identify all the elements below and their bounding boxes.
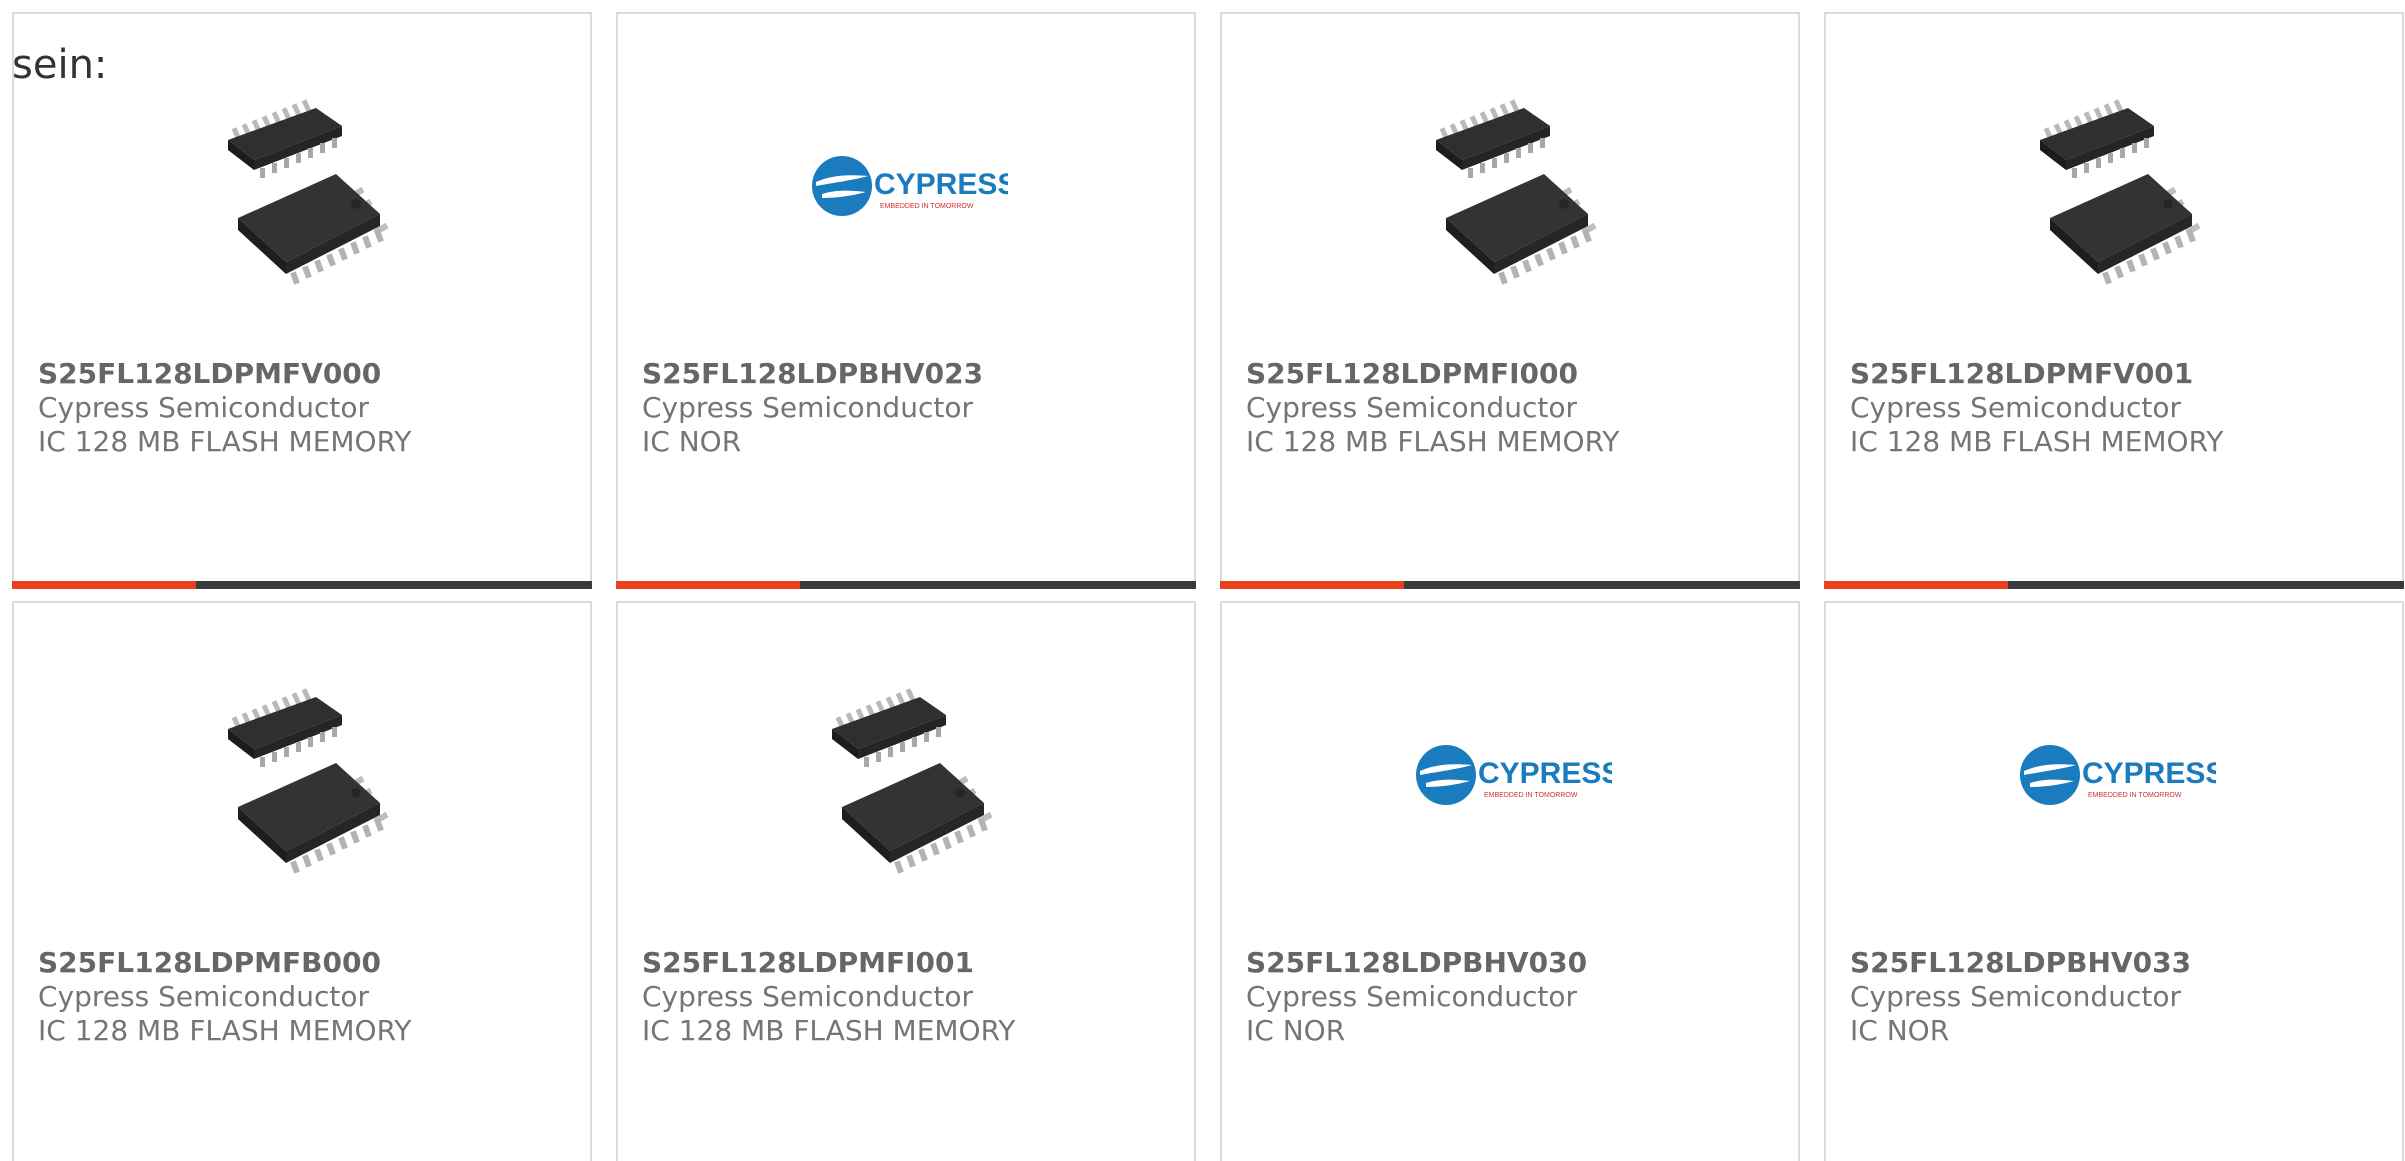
product-card[interactable]: S25FL128LDPMFI000 Cypress Semiconductor IC… bbox=[1220, 12, 1800, 589]
product-info: S25FL128LDPMFV001 Cypress Semiconductor IC… bbox=[1850, 357, 2378, 459]
product-grid: S25FL128LDPMFV000 Cypress Semiconductor IC… bbox=[12, 12, 2404, 1161]
product-thumbnail[interactable] bbox=[204, 675, 404, 875]
product-card[interactable]: CYPRESS EMBEDDED IN TOMORROW S25FL128LDP… bbox=[1220, 601, 1800, 1161]
product-card[interactable]: S25FL128LDPMFV000 Cypress Semiconductor IC… bbox=[12, 12, 592, 589]
product-thumbnail[interactable]: CYPRESS EMBEDDED IN TOMORROW bbox=[1412, 675, 1612, 875]
part-number[interactable]: S25FL128LDPMFV000 bbox=[38, 357, 566, 391]
part-number[interactable]: S25FL128LDPBHV030 bbox=[1246, 946, 1774, 980]
part-number[interactable]: S25FL128LDPMFI001 bbox=[642, 946, 1170, 980]
description: IC 128 MB FLASH MEMORY bbox=[38, 1014, 412, 1047]
card-footer-accent bbox=[12, 581, 196, 589]
card-footer-bar bbox=[1220, 581, 1800, 589]
manufacturer: Cypress Semiconductor bbox=[642, 391, 973, 424]
card-footer-accent bbox=[616, 581, 800, 589]
product-thumbnail[interactable] bbox=[204, 86, 404, 286]
svg-text:CYPRESS: CYPRESS bbox=[2082, 757, 2216, 790]
product-card[interactable]: S25FL128LDPMFB000 Cypress Semiconductor IC… bbox=[12, 601, 592, 1161]
description: IC 128 MB FLASH MEMORY bbox=[642, 1014, 1016, 1047]
part-number[interactable]: S25FL128LDPMFI000 bbox=[1246, 357, 1774, 391]
product-card[interactable]: CYPRESS EMBEDDED IN TOMORROW S25FL128LDP… bbox=[1824, 601, 2404, 1161]
product-card[interactable]: CYPRESS EMBEDDED IN TOMORROW S25FL128LDP… bbox=[616, 12, 1196, 589]
manufacturer: Cypress Semiconductor bbox=[38, 391, 369, 424]
manufacturer: Cypress Semiconductor bbox=[1246, 980, 1577, 1013]
product-thumbnail[interactable] bbox=[808, 675, 1008, 875]
intro-text: sein: bbox=[12, 42, 108, 88]
description: IC NOR bbox=[642, 425, 742, 458]
cypress-logo: CYPRESS EMBEDDED IN TOMORROW bbox=[1416, 745, 1612, 805]
cypress-logo: CYPRESS EMBEDDED IN TOMORROW bbox=[812, 156, 1008, 216]
product-thumbnail[interactable]: CYPRESS EMBEDDED IN TOMORROW bbox=[2016, 675, 2216, 875]
product-card[interactable]: S25FL128LDPMFI001 Cypress Semiconductor IC… bbox=[616, 601, 1196, 1161]
manufacturer: Cypress Semiconductor bbox=[642, 980, 973, 1013]
chip-image bbox=[2040, 99, 2201, 285]
manufacturer: Cypress Semiconductor bbox=[1850, 391, 2181, 424]
product-card[interactable]: S25FL128LDPMFV001 Cypress Semiconductor IC… bbox=[1824, 12, 2404, 589]
svg-text:EMBEDDED IN TOMORROW: EMBEDDED IN TOMORROW bbox=[880, 203, 974, 210]
svg-text:EMBEDDED IN TOMORROW: EMBEDDED IN TOMORROW bbox=[2088, 792, 2182, 799]
chip-image bbox=[832, 688, 993, 874]
card-footer-accent bbox=[1824, 581, 2008, 589]
card-footer-bar bbox=[616, 581, 1196, 589]
card-footer-bar bbox=[12, 581, 592, 589]
part-number[interactable]: S25FL128LDPMFB000 bbox=[38, 946, 566, 980]
product-info: S25FL128LDPMFB000 Cypress Semiconductor IC… bbox=[38, 946, 566, 1048]
page: sein: S25FL128LDPMFV000 Cypress Semicond… bbox=[0, 0, 2405, 1161]
product-info: S25FL128LDPMFI000 Cypress Semiconductor IC… bbox=[1246, 357, 1774, 459]
part-number[interactable]: S25FL128LDPMFV001 bbox=[1850, 357, 2378, 391]
description: IC NOR bbox=[1246, 1014, 1346, 1047]
part-number[interactable]: S25FL128LDPBHV033 bbox=[1850, 946, 2378, 980]
product-info: S25FL128LDPMFV000 Cypress Semiconductor IC… bbox=[38, 357, 566, 459]
svg-text:CYPRESS: CYPRESS bbox=[874, 168, 1008, 201]
chip-image bbox=[228, 688, 389, 874]
chip-image bbox=[1436, 99, 1597, 285]
product-info: S25FL128LDPBHV030 Cypress Semiconductor IC… bbox=[1246, 946, 1774, 1048]
svg-text:EMBEDDED IN TOMORROW: EMBEDDED IN TOMORROW bbox=[1484, 792, 1578, 799]
product-thumbnail[interactable] bbox=[2016, 86, 2216, 286]
product-info: S25FL128LDPMFI001 Cypress Semiconductor IC… bbox=[642, 946, 1170, 1048]
cypress-logo: CYPRESS EMBEDDED IN TOMORROW bbox=[2020, 745, 2216, 805]
card-footer-accent bbox=[1220, 581, 1404, 589]
product-thumbnail[interactable] bbox=[1412, 86, 1612, 286]
part-number[interactable]: S25FL128LDPBHV023 bbox=[642, 357, 1170, 391]
manufacturer: Cypress Semiconductor bbox=[1850, 980, 2181, 1013]
description: IC NOR bbox=[1850, 1014, 1950, 1047]
description: IC 128 MB FLASH MEMORY bbox=[1850, 425, 2224, 458]
description: IC 128 MB FLASH MEMORY bbox=[38, 425, 412, 458]
svg-text:CYPRESS: CYPRESS bbox=[1478, 757, 1612, 790]
product-info: S25FL128LDPBHV023 Cypress Semiconductor IC… bbox=[642, 357, 1170, 459]
chip-image bbox=[228, 99, 389, 285]
product-info: S25FL128LDPBHV033 Cypress Semiconductor IC… bbox=[1850, 946, 2378, 1048]
manufacturer: Cypress Semiconductor bbox=[1246, 391, 1577, 424]
card-footer-bar bbox=[1824, 581, 2404, 589]
manufacturer: Cypress Semiconductor bbox=[38, 980, 369, 1013]
description: IC 128 MB FLASH MEMORY bbox=[1246, 425, 1620, 458]
product-thumbnail[interactable]: CYPRESS EMBEDDED IN TOMORROW bbox=[808, 86, 1008, 286]
